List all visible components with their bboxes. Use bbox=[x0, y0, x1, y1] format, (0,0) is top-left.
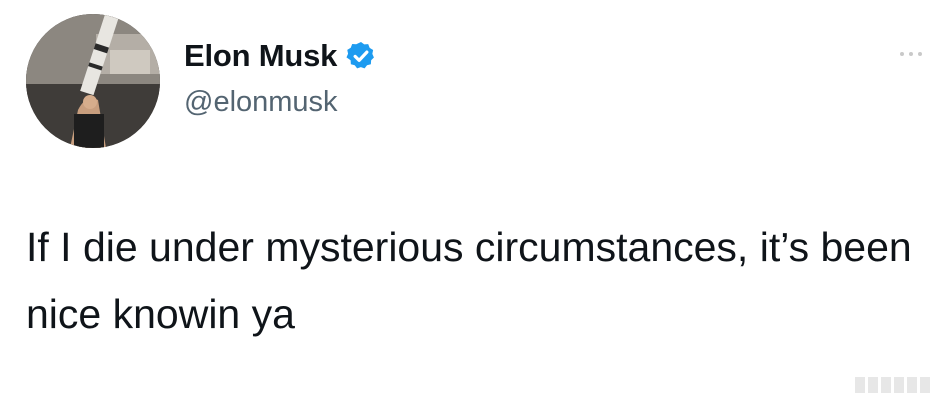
more-dot bbox=[900, 52, 904, 56]
more-dot bbox=[909, 52, 913, 56]
tweet-text: If I die under mysterious circumstances,… bbox=[26, 224, 924, 337]
watermark-mark bbox=[894, 377, 904, 393]
watermark bbox=[855, 377, 930, 393]
display-name[interactable]: Elon Musk bbox=[184, 38, 337, 74]
user-handle[interactable]: @elonmusk bbox=[184, 86, 338, 119]
more-options-icon[interactable] bbox=[900, 52, 922, 56]
avatar-image bbox=[26, 14, 160, 148]
watermark-mark bbox=[868, 377, 878, 393]
watermark-mark bbox=[920, 377, 930, 393]
watermark-mark bbox=[855, 377, 865, 393]
author-name-row: Elon Musk bbox=[184, 34, 377, 78]
watermark-mark bbox=[881, 377, 891, 393]
more-dot bbox=[918, 52, 922, 56]
avatar[interactable] bbox=[26, 14, 160, 148]
verified-badge-icon bbox=[346, 42, 375, 69]
watermark-mark bbox=[907, 377, 917, 393]
tweet-card: Elon Musk @elonmusk If I die under myste… bbox=[0, 0, 940, 409]
